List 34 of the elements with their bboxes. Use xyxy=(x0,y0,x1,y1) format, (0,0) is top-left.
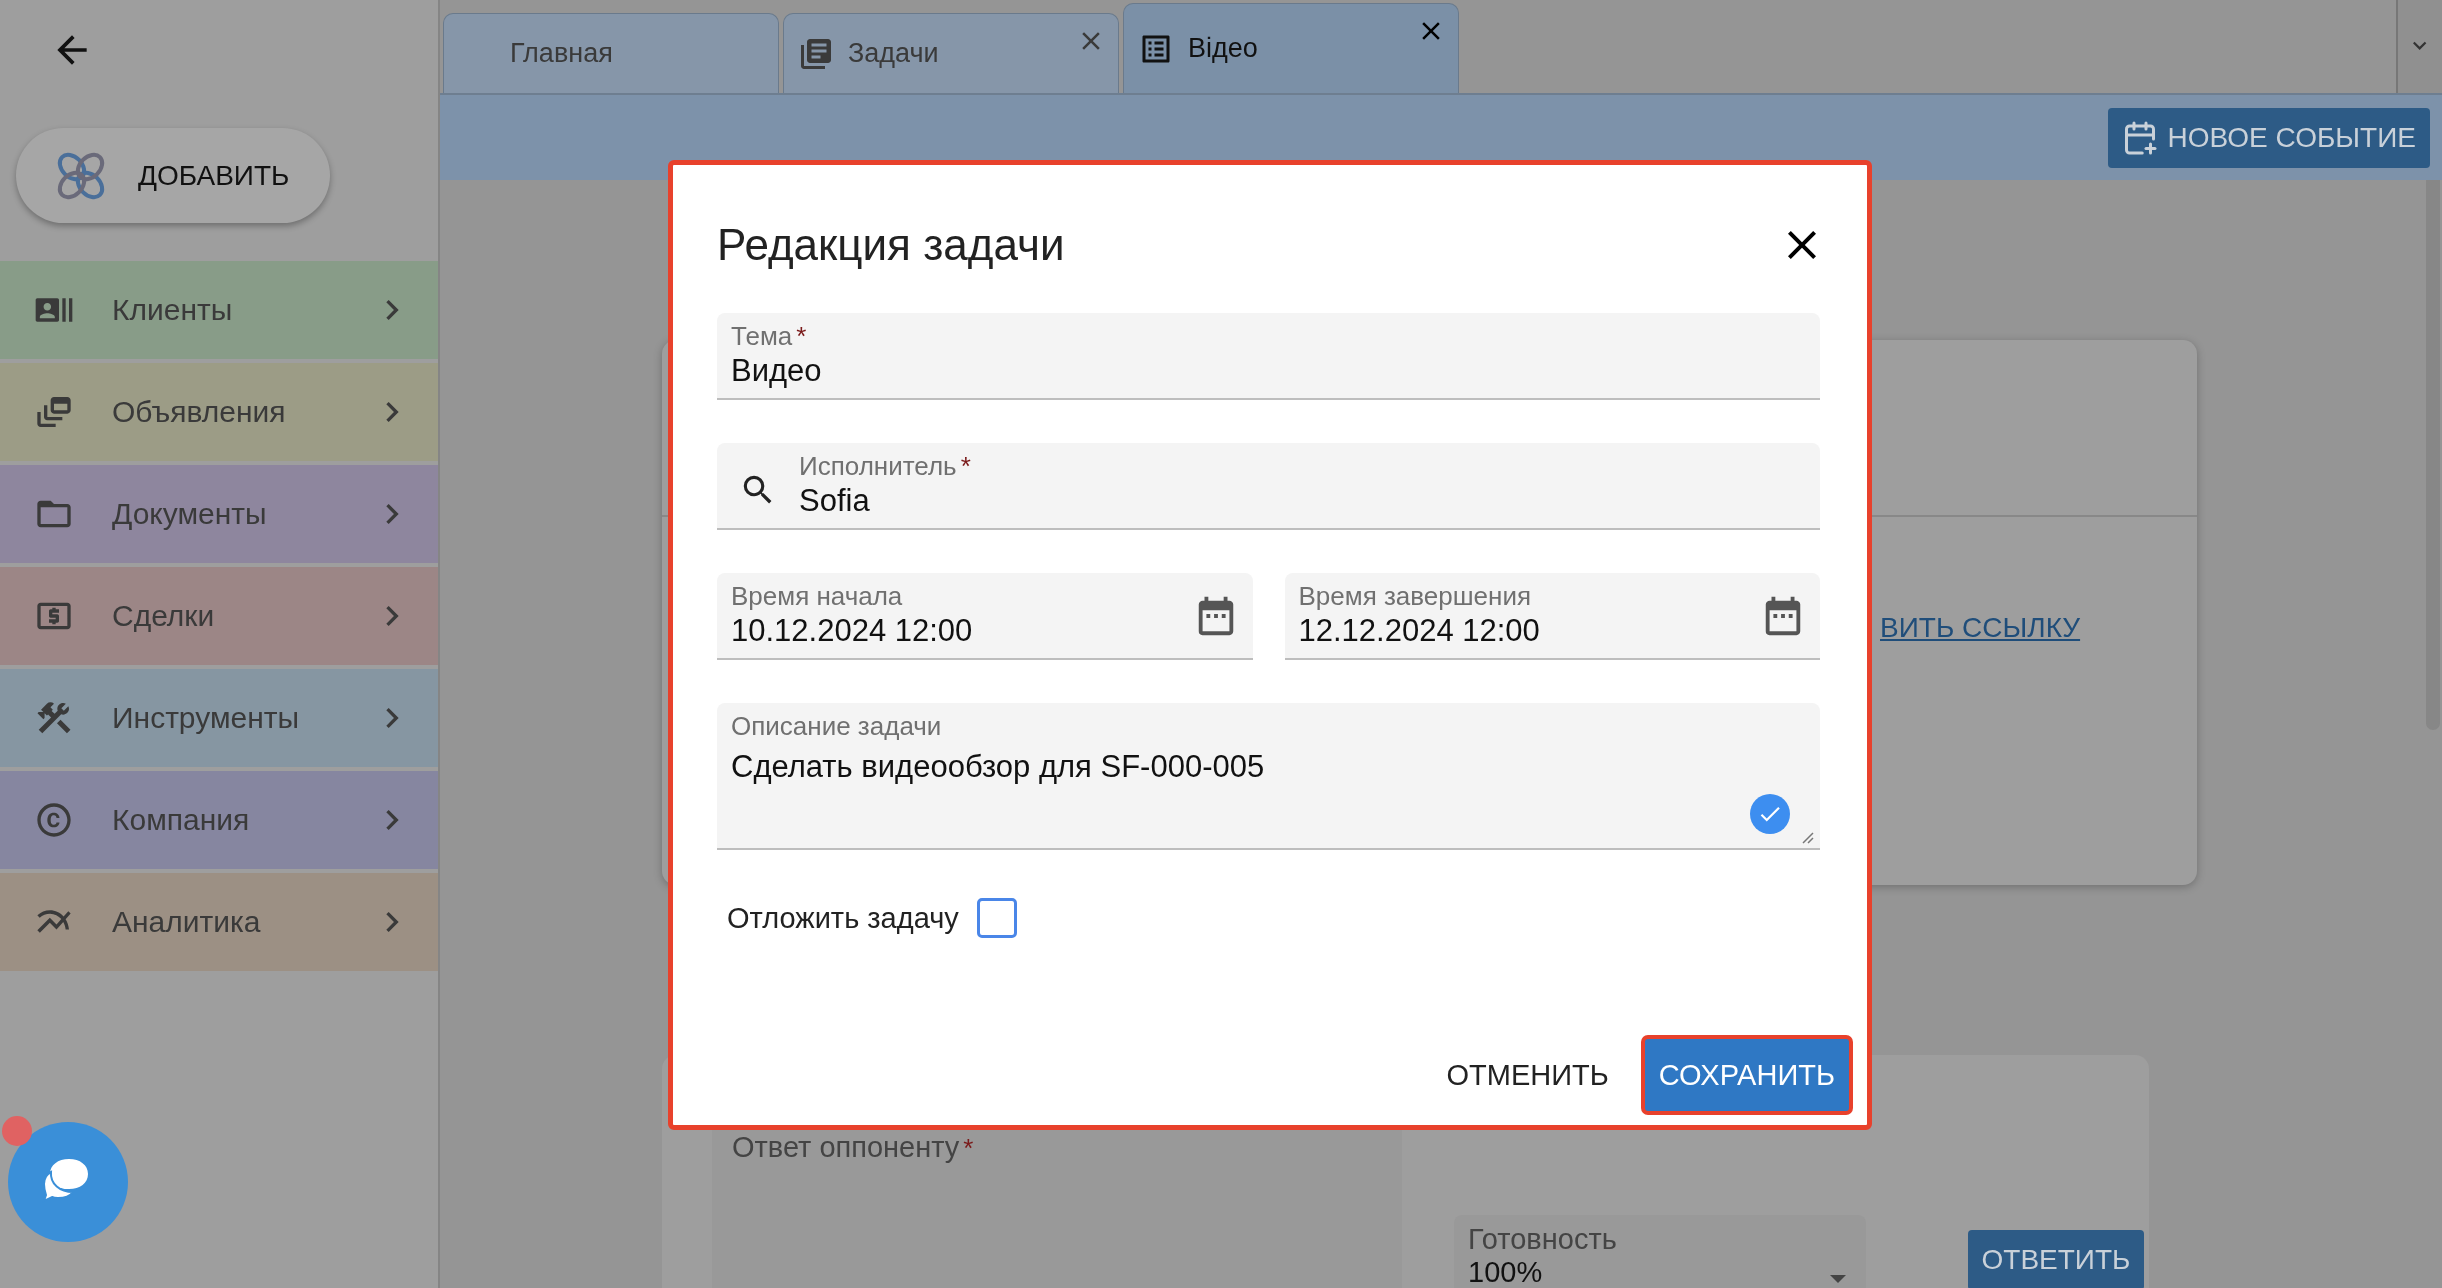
sidebar-label: Компания xyxy=(112,803,251,837)
sidebar-item[interactable]: Клиенты xyxy=(0,261,438,359)
sidebar-label: Инструменты xyxy=(112,701,301,735)
sidebar-label: Аналитика xyxy=(112,905,262,939)
new-event-button[interactable]: НОВОЕ СОБЫТИЕ xyxy=(2107,107,2430,168)
checkbox[interactable] xyxy=(976,898,1017,938)
sidebar-item[interactable]: Объявления xyxy=(0,363,438,461)
input-field[interactable]: Исполнитель* Sofia xyxy=(717,443,1820,530)
checkbox-label: Отложить задачу xyxy=(727,901,959,935)
readiness-select[interactable]: Готовность 100% xyxy=(1454,1215,1866,1288)
cancel-button[interactable]: ОТМЕНИТЬ xyxy=(1432,1039,1623,1111)
description-field[interactable]: Описание задачи Сделать видеообзор для SF-000-005 xyxy=(717,703,1820,850)
sidebar-item[interactable]: Сделки xyxy=(0,567,438,665)
tab[interactable]: Відео xyxy=(1123,3,1459,93)
sidebar-label: Клиенты xyxy=(112,293,234,327)
sidebar-item[interactable]: Аналитика xyxy=(0,873,438,971)
sidebar-item[interactable]: Документы xyxy=(0,465,438,563)
check-circle-icon xyxy=(1750,794,1790,834)
input-field[interactable]: Тема* Видео xyxy=(717,313,1820,400)
tab[interactable]: Задачи xyxy=(783,13,1119,93)
sidebar-item[interactable]: Инструменты xyxy=(0,669,438,767)
sidebar-label: Сделки xyxy=(112,599,216,633)
reply-button[interactable]: ОТВЕТИТЬ xyxy=(1968,1230,2144,1288)
dialog-title: Редакция задачи xyxy=(717,220,1065,270)
sidebar-label: Объявления xyxy=(112,395,287,429)
tab[interactable]: Главная xyxy=(443,13,779,93)
scrollbar[interactable] xyxy=(2426,180,2440,730)
sidebar-label: Документы xyxy=(112,497,268,531)
copyright-icon xyxy=(34,800,74,840)
input-field[interactable]: Время начала 10.12.2024 12:00 xyxy=(717,573,1253,660)
sidebar-item[interactable]: Компания xyxy=(0,771,438,869)
input-field[interactable]: Время завершения 12.12.2024 12:00 xyxy=(1284,573,1820,660)
link[interactable]: ВИТЬ ССЫЛКУ xyxy=(1880,612,2081,644)
add-button[interactable]: ДОБАВИТЬ xyxy=(16,128,330,223)
